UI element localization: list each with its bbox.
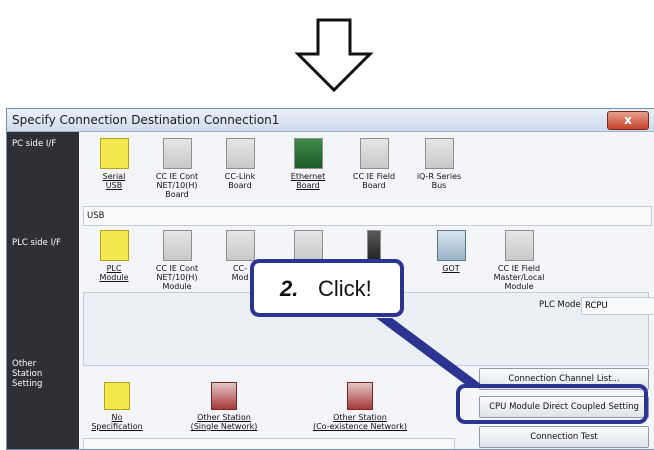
plc-item-plc-module[interactable]: PLC Module — [87, 230, 141, 282]
pc-side-label: PC side I/F — [12, 139, 57, 149]
ethernet-board-icon — [293, 138, 323, 169]
other-single-network[interactable]: Other Station (Single Network) — [189, 382, 259, 431]
down-arrow-icon — [294, 18, 374, 93]
click-callout: 2. Click! — [250, 259, 404, 317]
plc-item-cc-ie-field[interactable]: CC IE Field Master/Local Module — [484, 230, 554, 291]
board-icon — [359, 138, 389, 169]
module-icon — [293, 230, 323, 261]
board-icon — [225, 138, 255, 169]
pc-item-serial-usb[interactable]: Serial USB — [87, 138, 141, 190]
module-icon — [162, 230, 192, 261]
module-icon — [504, 230, 534, 261]
pc-item-cc-ie-cont[interactable]: CC IE Cont NET/10(H) Board — [150, 138, 204, 199]
window-title: Specify Connection Destination Connectio… — [12, 113, 280, 127]
pc-side-field: USB — [83, 206, 652, 226]
title-bar: Specify Connection Destination Connectio… — [7, 109, 654, 132]
connection-test-button[interactable]: Connection Test — [479, 426, 649, 448]
coexistence-network-icon — [347, 382, 373, 410]
target-highlight — [456, 384, 648, 424]
bus-icon — [424, 138, 454, 169]
pc-item-cc-link[interactable]: CC-Link Board — [213, 138, 267, 190]
module-icon — [225, 230, 255, 261]
got-icon — [436, 230, 466, 261]
close-button[interactable]: x — [607, 111, 649, 130]
other-no-specification[interactable]: No Specification — [85, 382, 149, 431]
single-network-icon — [211, 382, 237, 410]
plc-module-icon — [99, 230, 129, 261]
callout-step-number: 2. — [280, 276, 299, 301]
plc-side-label: PLC side I/F — [12, 238, 61, 248]
callout-text: Click! — [318, 276, 372, 301]
board-icon — [162, 138, 192, 169]
pc-item-ethernet[interactable]: Ethernet Board — [281, 138, 335, 190]
pc-item-cc-ie-field[interactable]: CC IE Field Board — [347, 138, 401, 190]
no-specification-icon — [104, 382, 130, 410]
side-panel: PC side I/F PLC side I/F Other Station S… — [7, 132, 79, 449]
plc-item-got[interactable]: GOT — [424, 230, 478, 273]
plc-mode-value: RCPU — [581, 297, 654, 315]
serial-usb-icon — [99, 138, 129, 169]
module-icon — [367, 230, 381, 261]
other-station-label: Other Station Setting — [12, 359, 43, 389]
plc-mode-label: PLC Mode — [539, 300, 581, 310]
plc-item-cc-ie-cont[interactable]: CC IE Cont NET/10(H) Module — [150, 230, 204, 291]
other-coexistence-network[interactable]: Other Station (Co-existence Network) — [305, 382, 415, 431]
pc-item-iq-r-bus[interactable]: iQ-R Series Bus — [412, 138, 466, 190]
